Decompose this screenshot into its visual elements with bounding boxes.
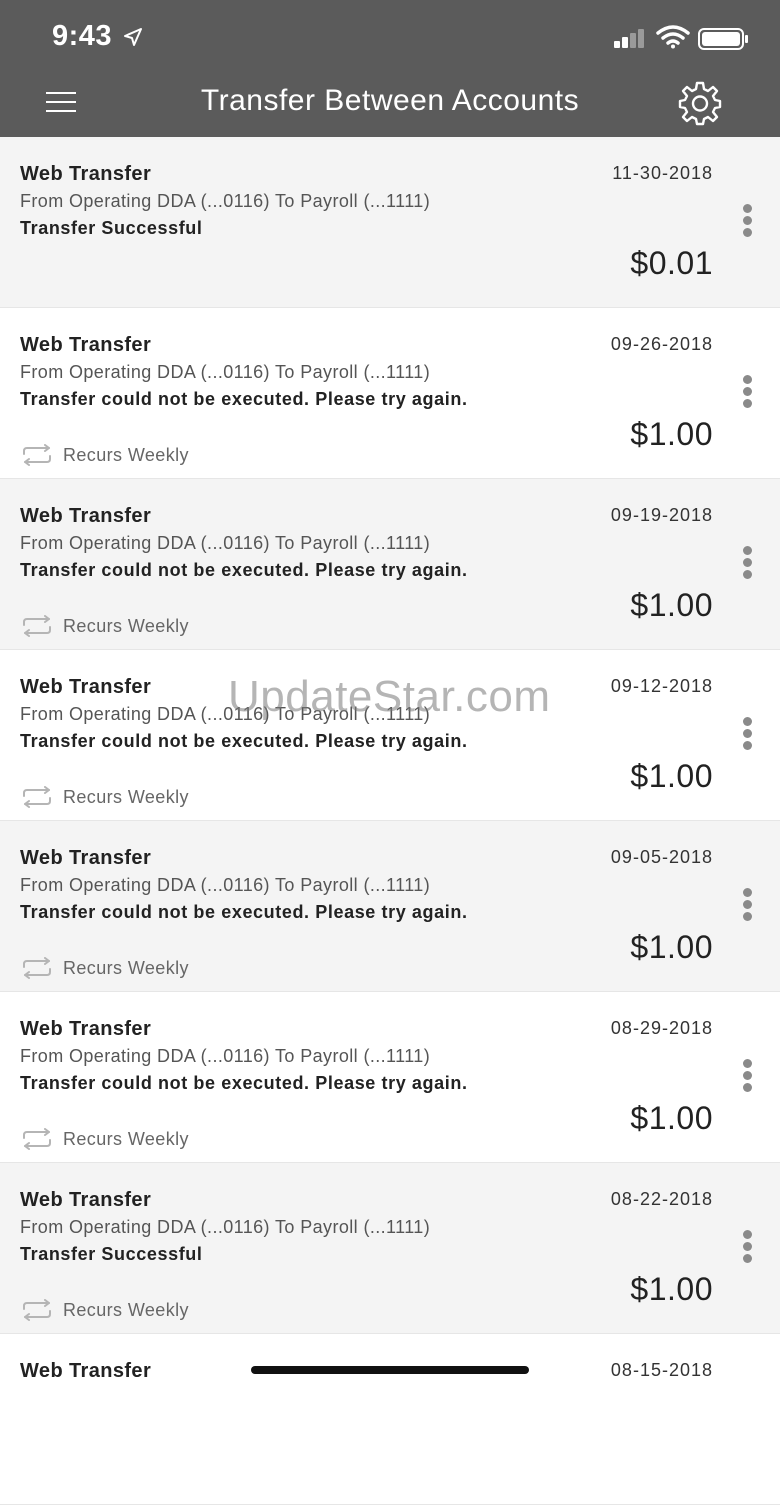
- transfer-row[interactable]: Web Transfer 09-12-2018 From Operating D…: [0, 650, 780, 821]
- transfer-amount: $1.00: [630, 587, 713, 623]
- transfer-title: Web Transfer: [20, 847, 152, 869]
- transfer-route: From Operating DDA (...0116) To Payroll …: [20, 1217, 431, 1237]
- recurrence-info: Recurs Weekly: [20, 615, 189, 637]
- recurrence-label: Recurs Weekly: [63, 786, 189, 807]
- recurrence-label: Recurs Weekly: [63, 444, 189, 465]
- transfer-status: Transfer Successful: [20, 218, 203, 238]
- transfer-status: Transfer could not be executed. Please t…: [20, 1073, 468, 1093]
- recurrence-label: Recurs Weekly: [63, 1128, 189, 1149]
- transfer-amount: $1.00: [630, 758, 713, 794]
- battery-icon: [698, 28, 748, 50]
- transfer-route: From Operating DDA (...0116) To Payroll …: [20, 362, 431, 382]
- wifi-icon: [656, 25, 690, 49]
- transfer-row[interactable]: Web Transfer 08-29-2018 From Operating D…: [0, 992, 780, 1163]
- transfer-date: 09-19-2018: [610, 505, 713, 525]
- transfer-amount: $1.00: [630, 929, 713, 965]
- repeat-icon: [23, 444, 51, 466]
- transfer-route: From Operating DDA (...0116) To Payroll …: [20, 704, 431, 724]
- transfer-status: Transfer could not be executed. Please t…: [20, 389, 468, 409]
- transfer-route: From Operating DDA (...0116) To Payroll …: [20, 1046, 431, 1066]
- transfer-list: Web Transfer 11-30-2018 From Operating D…: [0, 137, 780, 1505]
- transfer-route: From Operating DDA (...0116) To Payroll …: [20, 533, 431, 553]
- home-indicator[interactable]: [251, 1366, 529, 1374]
- transfer-amount: $0.01: [630, 245, 713, 281]
- status-time: 9:43: [52, 20, 113, 52]
- transfer-date: 08-15-2018: [610, 1360, 713, 1380]
- transfer-title: Web Transfer: [20, 1018, 152, 1040]
- recurrence-info: Recurs Weekly: [20, 1128, 189, 1150]
- more-options-kebab-icon[interactable]: [737, 888, 757, 926]
- repeat-icon: [23, 1299, 51, 1321]
- transfer-title: Web Transfer: [20, 163, 152, 185]
- transfer-date: 09-05-2018: [610, 847, 713, 867]
- transfer-row[interactable]: Web Transfer 09-05-2018 From Operating D…: [0, 821, 780, 992]
- transfer-status: Transfer could not be executed. Please t…: [20, 560, 468, 580]
- more-options-kebab-icon[interactable]: [737, 717, 757, 755]
- location-arrow-icon: [124, 28, 142, 46]
- repeat-icon: [23, 786, 51, 808]
- transfer-date: 08-22-2018: [610, 1189, 713, 1209]
- recurrence-info: Recurs Weekly: [20, 957, 189, 979]
- gear-icon[interactable]: [677, 80, 723, 126]
- app-header: 9:43 Transfer Between Accounts: [0, 0, 780, 137]
- transfer-title: Web Transfer: [20, 676, 152, 698]
- repeat-icon: [23, 615, 51, 637]
- recurrence-label: Recurs Weekly: [63, 1299, 189, 1320]
- recurrence-info: Recurs Weekly: [20, 444, 189, 466]
- transfer-row[interactable]: Web Transfer 09-26-2018 From Operating D…: [0, 308, 780, 479]
- recurrence-info: Recurs Weekly: [20, 786, 189, 808]
- transfer-status: Transfer could not be executed. Please t…: [20, 902, 468, 922]
- transfer-route: From Operating DDA (...0116) To Payroll …: [20, 191, 431, 211]
- transfer-amount: $1.00: [630, 416, 713, 452]
- transfer-route: From Operating DDA (...0116) To Payroll …: [20, 875, 431, 895]
- recurrence-label: Recurs Weekly: [63, 615, 189, 636]
- more-options-kebab-icon[interactable]: [737, 1230, 757, 1268]
- recurrence-label: Recurs Weekly: [63, 957, 189, 978]
- transfer-status: Transfer Successful: [20, 1244, 203, 1264]
- transfer-status: Transfer could not be executed. Please t…: [20, 731, 468, 751]
- transfer-date: 09-12-2018: [610, 676, 713, 696]
- transfer-date: 09-26-2018: [610, 334, 713, 354]
- transfer-amount: $1.00: [630, 1271, 713, 1307]
- transfer-row[interactable]: Web Transfer 08-15-2018: [0, 1334, 780, 1505]
- transfer-amount: $1.00: [630, 1100, 713, 1136]
- transfer-row[interactable]: Web Transfer 08-22-2018 From Operating D…: [0, 1163, 780, 1334]
- repeat-icon: [23, 1128, 51, 1150]
- transfer-date: 08-29-2018: [610, 1018, 713, 1038]
- more-options-kebab-icon[interactable]: [737, 375, 757, 413]
- repeat-icon: [23, 957, 51, 979]
- more-options-kebab-icon[interactable]: [737, 1059, 757, 1097]
- transfer-title: Web Transfer: [20, 334, 152, 356]
- transfer-date: 11-30-2018: [612, 163, 713, 183]
- transfer-row[interactable]: Web Transfer 09-19-2018 From Operating D…: [0, 479, 780, 650]
- transfer-row[interactable]: Web Transfer 11-30-2018 From Operating D…: [0, 137, 780, 308]
- transfer-title: Web Transfer: [20, 1360, 152, 1382]
- more-options-kebab-icon[interactable]: [737, 204, 757, 242]
- more-options-kebab-icon[interactable]: [737, 546, 757, 584]
- cellular-signal-icon: [614, 29, 644, 48]
- page-title: Transfer Between Accounts: [200, 84, 580, 117]
- transfer-title: Web Transfer: [20, 1189, 152, 1211]
- recurrence-info: Recurs Weekly: [20, 1299, 189, 1321]
- transfer-title: Web Transfer: [20, 505, 152, 527]
